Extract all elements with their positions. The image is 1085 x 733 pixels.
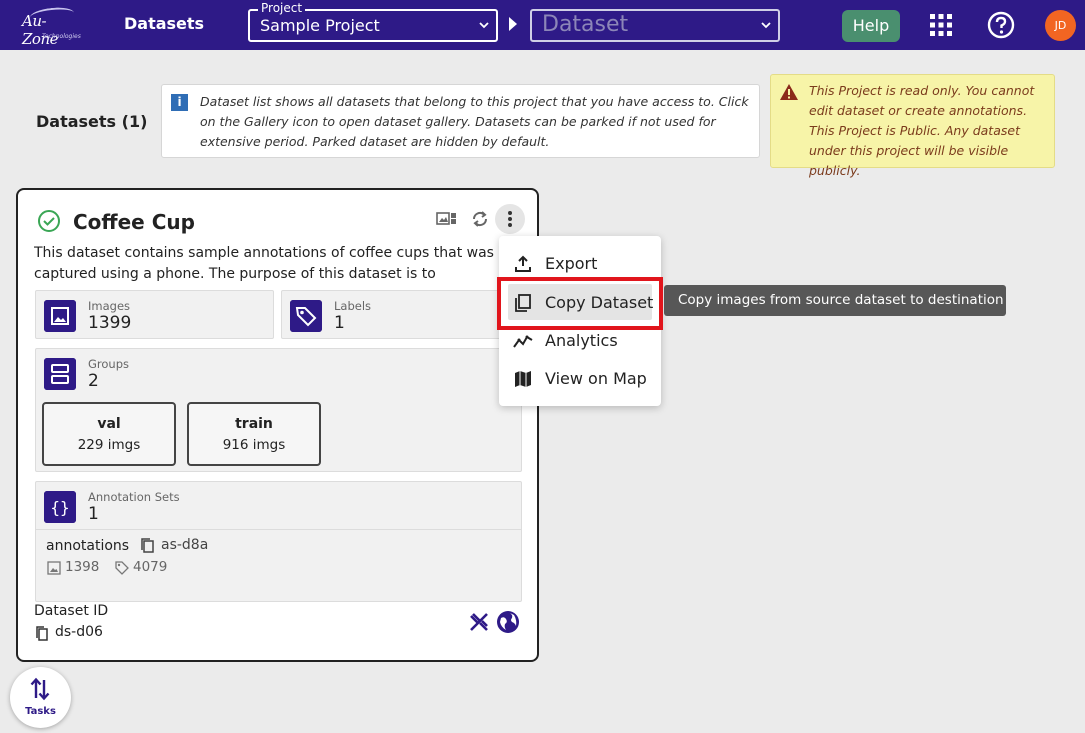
globe-icon[interactable]: [495, 609, 521, 635]
highlight-frame: [497, 277, 663, 330]
info-banner: i Dataset list shows all datasets that b…: [161, 84, 760, 158]
menu-item-export[interactable]: Export: [499, 245, 661, 281]
project-select-value: Sample Project: [260, 16, 380, 35]
dataset-select[interactable]: Dataset: [530, 9, 780, 42]
labels-count: 1: [334, 313, 345, 333]
annotation-sets-tile: {} Annotation Sets 1 annotations as-d8a …: [35, 481, 522, 602]
group-count: 229 imgs: [77, 437, 141, 453]
annotation-sets-label: Annotation Sets: [88, 490, 180, 504]
user-avatar[interactable]: JD: [1045, 10, 1076, 41]
help-circle-icon[interactable]: [987, 11, 1015, 39]
groups-count: 2: [88, 371, 99, 391]
map-icon: [515, 371, 531, 387]
tag-icon: [290, 300, 322, 332]
au-zone-logo[interactable]: Au-Zone Technologies: [20, 5, 82, 48]
labels-stat-tile: Labels 1: [281, 290, 521, 339]
export-icon: [515, 255, 531, 272]
warning-text: This Project is read only. You cannot ed…: [809, 81, 1051, 181]
tag-icon: [115, 561, 129, 575]
analytics-icon: [513, 335, 533, 348]
copy-dataset-tooltip: Copy images from source dataset to desti…: [664, 285, 1006, 316]
annotation-set-name[interactable]: annotations: [46, 538, 129, 554]
groups-stat-tile: Groups 2 val 229 imgs train 916 imgs: [35, 348, 522, 472]
dataset-title[interactable]: Coffee Cup: [73, 210, 195, 234]
help-button[interactable]: Help: [842, 10, 900, 42]
page-title: Datasets: [124, 14, 205, 33]
chevron-down-icon: [761, 22, 771, 29]
curly-braces-icon: {}: [44, 491, 76, 523]
copy-icon[interactable]: [140, 538, 155, 554]
annotation-set-labels: 4079: [133, 559, 168, 575]
warning-banner: This Project is read only. You cannot ed…: [770, 74, 1055, 178]
warning-triangle-icon: [780, 84, 798, 100]
group-chip-train[interactable]: train 916 imgs: [187, 402, 321, 466]
copy-icon[interactable]: [35, 626, 49, 642]
svg-text:{}: {}: [50, 498, 69, 517]
group-name: train: [235, 416, 273, 432]
datasets-count-heading: Datasets (1): [36, 112, 148, 131]
annotation-set-id: as-d8a: [161, 537, 209, 553]
group-chip-val[interactable]: val 229 imgs: [42, 402, 176, 466]
logo-text: Au-Zone: [22, 12, 59, 48]
images-label: Images: [88, 299, 131, 313]
dataset-description: This dataset contains sample annotations…: [34, 245, 494, 282]
images-stat-tile: Images 1399: [35, 290, 274, 339]
image-icon: [44, 300, 76, 332]
project-select[interactable]: Project Sample Project: [248, 1, 498, 42]
menu-item-view-on-map[interactable]: View on Map: [499, 360, 661, 396]
sync-icon[interactable]: [467, 206, 493, 232]
info-text: Dataset list shows all datasets that bel…: [200, 94, 749, 149]
more-vert-icon[interactable]: [495, 204, 525, 234]
project-select-legend: Project: [258, 1, 306, 15]
dataset-card[interactable]: Coffee Cup This dataset contains sample …: [16, 188, 539, 662]
images-count: 1399: [88, 313, 132, 333]
logo-subtext: Technologies: [42, 33, 81, 40]
warning-text-public: This Project is Public. Any dataset unde…: [809, 123, 1020, 178]
apps-grid-icon[interactable]: [930, 14, 952, 36]
breadcrumb-arrow-icon: [509, 17, 517, 31]
groups-icon: [44, 358, 76, 390]
swap-vert-icon: [30, 677, 50, 701]
menu-item-label: View on Map: [545, 369, 647, 388]
image-icon: [47, 561, 61, 575]
dataset-id-label: Dataset ID: [34, 603, 109, 619]
tasks-button[interactable]: Tasks: [10, 667, 71, 728]
chevron-down-icon: [479, 22, 489, 29]
annotation-sets-count: 1: [88, 504, 99, 524]
check-circle-icon: [38, 210, 60, 232]
gallery-icon[interactable]: [434, 206, 460, 232]
divider: [36, 529, 521, 530]
tasks-label: Tasks: [25, 706, 56, 717]
top-navigation-bar: Au-Zone Technologies Datasets Project Sa…: [0, 0, 1085, 50]
warning-text-readonly: This Project is read only. You cannot ed…: [809, 83, 1035, 118]
group-count: 916 imgs: [222, 437, 286, 453]
annotation-set-images: 1398: [65, 559, 100, 575]
dataset-id-value: ds-d06: [55, 624, 103, 640]
dataset-select-placeholder: Dataset: [542, 12, 629, 37]
location-off-icon[interactable]: [467, 610, 491, 634]
menu-item-label: Export: [545, 254, 598, 273]
menu-item-label: Analytics: [545, 331, 618, 350]
group-name: val: [97, 416, 121, 432]
groups-label: Groups: [88, 357, 130, 371]
info-icon: i: [171, 94, 188, 111]
labels-label: Labels: [334, 299, 372, 313]
